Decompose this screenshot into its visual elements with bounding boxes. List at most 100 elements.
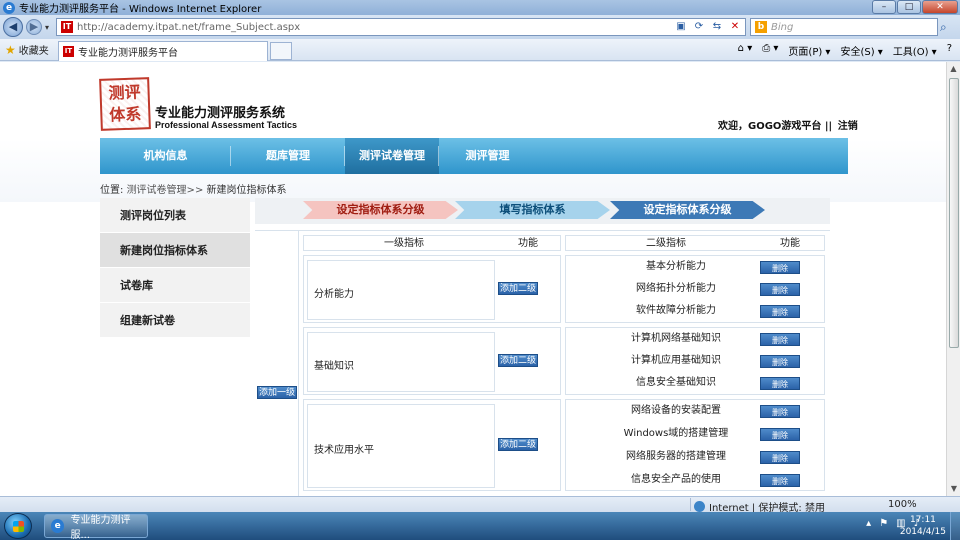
status-divider [690,498,691,511]
zoom-level[interactable]: 100% [888,499,917,510]
add-level2-button[interactable]: 添加二级 [498,282,538,295]
sidebar-item-paper-library[interactable]: 试卷库 [100,268,250,303]
brand-subtitle: Professional Assessment Tactics [155,120,298,130]
level2-name: 计算机应用基础知识 [631,355,721,366]
add-level2-button[interactable]: 添加二级 [498,354,538,367]
vertical-scrollbar[interactable]: ▲ ▼ [946,62,960,496]
refresh-icon[interactable]: ⟳ [691,20,707,34]
minimize-button[interactable]: – [872,0,896,14]
url-text[interactable]: http://academy.itpat.net/frame_Subject.a… [77,22,300,33]
maximize-button[interactable]: □ [897,0,921,14]
safety-menu[interactable]: 安全(S) ▾ [840,43,882,58]
level2-name: 网络拓扑分析能力 [636,283,716,294]
start-button[interactable] [4,513,32,539]
show-desktop-button[interactable] [950,512,960,540]
clock-time: 17:11 [909,515,936,525]
level2-row: 网络服务器的搭建管理 删除 [566,446,824,468]
breadcrumb-link[interactable]: 测评试卷管理>> [127,185,204,196]
home-icon[interactable]: ⌂ ▾ [738,43,753,58]
index-table: 添加一级 一级指标 功能 二级指标 功能 分析能力 添加二级 基本分析能力 删除… [255,230,830,496]
add-level2-button[interactable]: 添加二级 [498,438,538,451]
breadcrumb-current: 新建岗位指标体系 [206,185,287,196]
level2-name: 信息安全基础知识 [636,377,716,388]
forward-button[interactable]: ▶ [26,19,42,35]
level2-name: 网络设备的安装配置 [631,405,721,416]
level1-func-header: 功能 [518,238,538,249]
level2-row: 计算机应用基础知识 删除 [566,350,824,372]
nav-item-exam-papers[interactable]: 测评试卷管理 [345,138,439,174]
level2-name: Windows域的搭建管理 [623,428,729,439]
main-nav: 机构信息 题库管理 测评试卷管理 测评管理 [100,138,848,174]
favorites-button[interactable]: 收藏夹 [19,42,49,57]
main-content: 设定指标体系分级 填写指标体系 设定指标体系分级 添加一级 一级指标 功能 二级… [255,198,830,496]
print-icon[interactable]: ⎙ ▾ [762,43,778,58]
sidebar-item-new-paper[interactable]: 组建新试卷 [100,303,250,338]
step-2[interactable]: 填写指标体系 [455,201,610,219]
nav-item-assessment[interactable]: 测评管理 [439,138,536,174]
search-icon[interactable]: ⌕ [940,20,947,35]
nav-item-question-bank[interactable]: 题库管理 [231,138,345,174]
level2-name: 基本分析能力 [646,261,706,272]
site-logo-seal: 测评 体系 [99,77,151,131]
delete-button[interactable]: 删除 [760,377,800,390]
tab-favicon-icon: IT [63,46,74,57]
stop-icon[interactable]: ✕ [727,20,743,34]
delete-button[interactable]: 删除 [760,283,800,296]
step-3[interactable]: 设定指标体系分级 [610,201,765,219]
delete-button[interactable]: 删除 [760,405,800,418]
window-title: 专业能力测评服务平台 - Windows Internet Explorer [19,4,262,15]
delete-button[interactable]: 删除 [760,451,800,464]
scrollbar-thumb[interactable] [949,78,959,348]
page-menu[interactable]: 页面(P) ▾ [788,43,830,58]
tray-flag-icon[interactable]: ⚑ [879,518,888,529]
delete-button[interactable]: 删除 [760,474,800,487]
level2-name: 计算机网络基础知识 [631,333,721,344]
level2-row: 网络拓扑分析能力 删除 [566,278,824,300]
close-window-button[interactable]: ✕ [922,0,958,14]
scroll-down-icon[interactable]: ▼ [947,482,960,496]
level1-row: 分析能力 添加二级 [303,255,561,323]
level1-name: 分析能力 [314,289,354,300]
back-button[interactable]: ◀ [3,17,23,37]
level2-row: 信息安全产品的使用 删除 [566,469,824,491]
wizard-steps: 设定指标体系分级 填写指标体系 设定指标体系分级 [255,198,830,224]
browser-tab[interactable]: IT 专业能力测评服务平台 [58,41,268,61]
search-placeholder[interactable]: Bing [771,22,793,33]
sidebar-item-new-index-system[interactable]: 新建岗位指标体系 [100,233,250,268]
logout-link[interactable]: 注销 [838,121,858,132]
level2-row: 网络设备的安装配置 删除 [566,400,824,422]
bing-logo-icon: b [755,21,767,33]
delete-button[interactable]: 删除 [760,261,800,274]
internet-globe-icon [694,501,705,512]
step-1[interactable]: 设定指标体系分级 [303,201,458,219]
new-tab-button[interactable] [270,42,292,60]
page-viewport: 测评 体系 专业能力测评服务系统 Professional Assessment … [0,62,946,496]
level2-header: 二级指标 功能 [565,235,825,251]
clock[interactable]: 17:11 2014/4/15 [900,514,946,538]
sidebar-item-job-list[interactable]: 测评岗位列表 [100,198,250,233]
nav-item-institution[interactable]: 机构信息 [100,138,231,174]
delete-button[interactable]: 删除 [760,355,800,368]
scroll-up-icon[interactable]: ▲ [947,62,960,76]
add-level1-button[interactable]: 添加一级 [257,386,297,399]
windows-taskbar: e 专业能力测评服... ▴ ⚑ ▥ ♪ 17:11 2014/4/15 [0,512,960,540]
help-menu[interactable]: ? [947,43,952,58]
level2-name: 网络服务器的搭建管理 [626,451,726,462]
tools-menu[interactable]: 工具(O) ▾ [893,43,937,58]
compatibility-view-icon[interactable]: ▣ [673,20,689,34]
level1-name-cell: 基础知识 [307,332,495,392]
delete-button[interactable]: 删除 [760,428,800,441]
taskbar-ie-window[interactable]: e 专业能力测评服... [44,514,148,540]
favorites-star-icon[interactable]: ★ [5,43,16,57]
delete-button[interactable]: 删除 [760,333,800,346]
delete-button[interactable]: 删除 [760,305,800,318]
search-box[interactable]: b Bing [750,18,938,36]
tray-up-arrow-icon[interactable]: ▴ [866,518,871,529]
go-icon[interactable]: ⇆ [709,20,725,34]
welcome-separator: || [824,121,833,132]
tab-title: 专业能力测评服务平台 [78,48,178,59]
address-field[interactable]: IT http://academy.itpat.net/frame_Subjec… [56,18,746,36]
level2-row: 软件故障分析能力 删除 [566,300,824,322]
history-dropdown-icon[interactable]: ▾ [45,23,49,32]
level2-row: 信息安全基础知识 删除 [566,372,824,394]
